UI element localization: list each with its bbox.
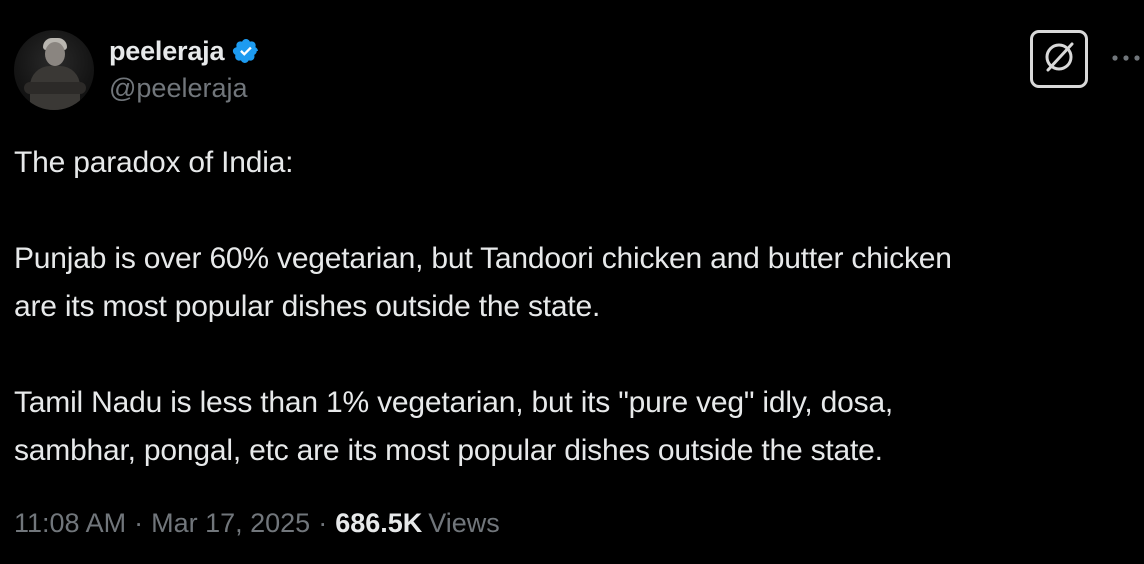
tweet-line: are its most popular dishes outside the …: [14, 290, 601, 323]
grok-icon: [1039, 37, 1079, 82]
tweet-line: sambhar, pongal, etc are its most popula…: [14, 434, 883, 467]
meta-separator: ·: [134, 508, 144, 538]
more-options-button[interactable]: [1110, 44, 1142, 74]
author-handle[interactable]: @peeleraja: [109, 73, 248, 104]
tweet-line: Punjab is over 60% vegetarian, but Tando…: [14, 242, 952, 275]
avatar-head: [45, 42, 65, 66]
author-name-row: peeleraja: [109, 34, 260, 68]
tweet-line: Tamil Nadu is less than 1% vegetarian, b…: [14, 386, 894, 419]
tweet-date[interactable]: Mar 17, 2025: [151, 508, 310, 539]
tweet-time[interactable]: 11:08 AM: [14, 508, 126, 539]
tweet-meta: 11:08 AM · Mar 17, 2025 · 686.5K Views: [14, 508, 500, 539]
views-count[interactable]: 686.5K: [335, 508, 422, 539]
more-options-icon: [1111, 50, 1141, 68]
author-display-name[interactable]: peeleraja: [109, 36, 224, 67]
meta-separator: ·: [318, 508, 328, 538]
tweet-card: peeleraja @peeleraja The paradox of Indi…: [0, 0, 1144, 564]
verified-badge-icon[interactable]: [232, 37, 260, 65]
tweet-text: The paradox of India: Punjab is over 60%…: [14, 139, 1139, 475]
grok-button[interactable]: [1030, 30, 1088, 88]
views-label[interactable]: Views: [428, 508, 500, 539]
tweet-line: The paradox of India:: [14, 146, 294, 179]
avatar-arms: [24, 82, 86, 94]
avatar[interactable]: [14, 30, 94, 110]
